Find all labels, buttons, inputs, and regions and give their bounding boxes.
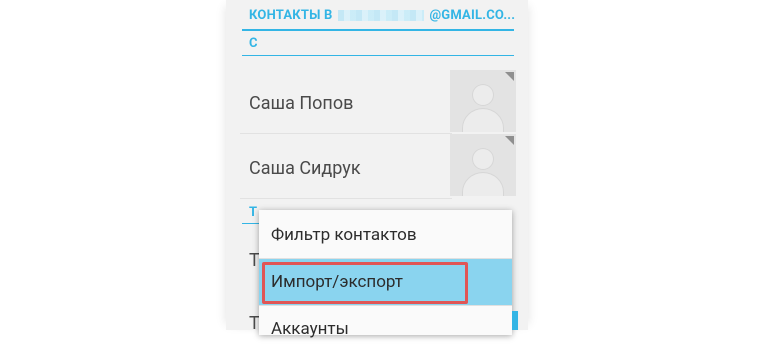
contact-avatar[interactable]	[450, 134, 516, 196]
section-letter-t: Т	[249, 205, 258, 220]
highlight-frame	[262, 262, 468, 304]
contact-name[interactable]: Саша Сидрук	[249, 158, 361, 179]
contact-avatar[interactable]	[450, 70, 516, 132]
avatar-head	[472, 148, 494, 170]
menu-item-accounts[interactable]: Аккаунты	[259, 306, 512, 352]
avatar-head	[472, 84, 494, 106]
row-divider	[240, 133, 452, 134]
header-underline	[242, 29, 514, 31]
account-suffix: @GMAIL.CO...	[429, 8, 516, 23]
avatar-body	[462, 108, 504, 132]
redacted-email	[338, 10, 424, 22]
row-divider	[240, 198, 452, 199]
quick-contact-indicator-icon	[505, 136, 514, 145]
menu-item-filter-contacts[interactable]: Фильтр контактов	[259, 212, 512, 258]
account-header: КОНТАКТЫ В @GMAIL.CO...	[249, 4, 515, 28]
scrollbar[interactable]	[512, 311, 518, 330]
account-prefix: КОНТАКТЫ В	[249, 8, 333, 23]
section-letter-c: С	[249, 36, 258, 51]
avatar-body	[462, 172, 504, 196]
section-c-underline	[242, 55, 514, 56]
contact-name[interactable]: Саша Попов	[249, 93, 353, 114]
quick-contact-indicator-icon	[505, 72, 514, 81]
